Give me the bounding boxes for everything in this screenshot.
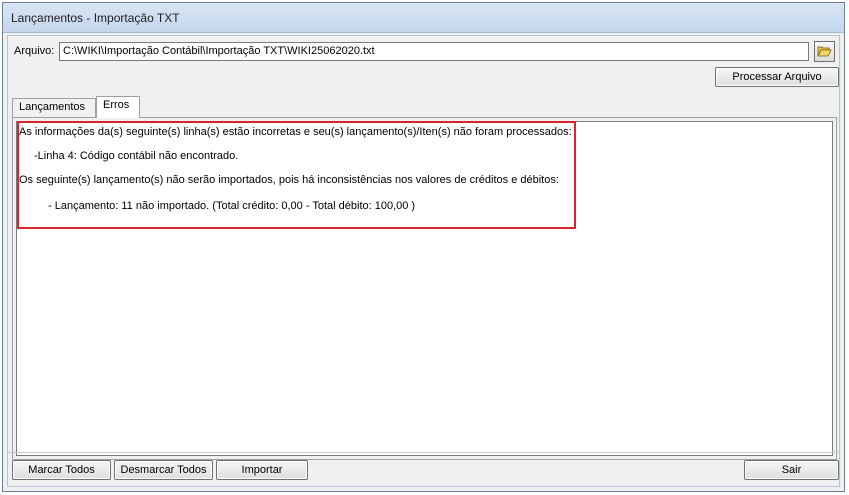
select-all-label: Marcar Todos xyxy=(28,464,95,476)
select-all-button[interactable]: Marcar Todos xyxy=(12,460,111,480)
errors-panel: As informações da(s) seguinte(s) linha(s… xyxy=(12,117,837,460)
process-file-button[interactable]: Processar Arquivo xyxy=(715,67,839,87)
error-line-1: As informações da(s) seguinte(s) linha(s… xyxy=(19,126,572,138)
title-bar: Lançamentos - Importação TXT xyxy=(3,3,844,33)
error-line-4: - Lançamento: 11 não importado. (Total c… xyxy=(48,200,416,212)
deselect-all-button[interactable]: Desmarcar Todos xyxy=(114,460,213,480)
exit-label: Sair xyxy=(781,464,802,476)
file-label: Arquivo: xyxy=(14,45,55,57)
window-title: Lançamentos - Importação TXT xyxy=(11,11,180,25)
tab-lancamentos-label: Lançamentos xyxy=(19,101,86,113)
folder-open-icon xyxy=(817,46,832,57)
file-path-input[interactable]: C:\WIKI\Importação Contábil\Importação T… xyxy=(59,42,809,61)
tab-lancamentos[interactable]: Lançamentos xyxy=(12,98,96,117)
window-content: Arquivo: C:\WIKI\Importação Contábil\Imp… xyxy=(7,35,840,487)
import-window: Lançamentos - Importação TXT Arquivo: C:… xyxy=(2,2,845,492)
error-line-2: -Linha 4: Código contábil não encontrado… xyxy=(34,150,239,162)
footer-bar: Marcar Todos Desmarcar Todos Importar Sa… xyxy=(8,452,839,486)
deselect-all-label: Desmarcar Todos xyxy=(120,464,207,476)
errors-memo[interactable]: As informações da(s) seguinte(s) linha(s… xyxy=(16,121,833,456)
process-file-label: Processar Arquivo xyxy=(732,71,822,83)
browse-folder-button[interactable] xyxy=(814,41,835,62)
error-line-3: Os seguinte(s) lançamento(s) não serão i… xyxy=(19,174,559,186)
import-label: Importar xyxy=(241,464,283,476)
import-button[interactable]: Importar xyxy=(216,460,308,480)
tab-erros[interactable]: Erros xyxy=(96,96,140,118)
tab-erros-label: Erros xyxy=(103,99,130,111)
exit-button[interactable]: Sair xyxy=(744,460,839,480)
